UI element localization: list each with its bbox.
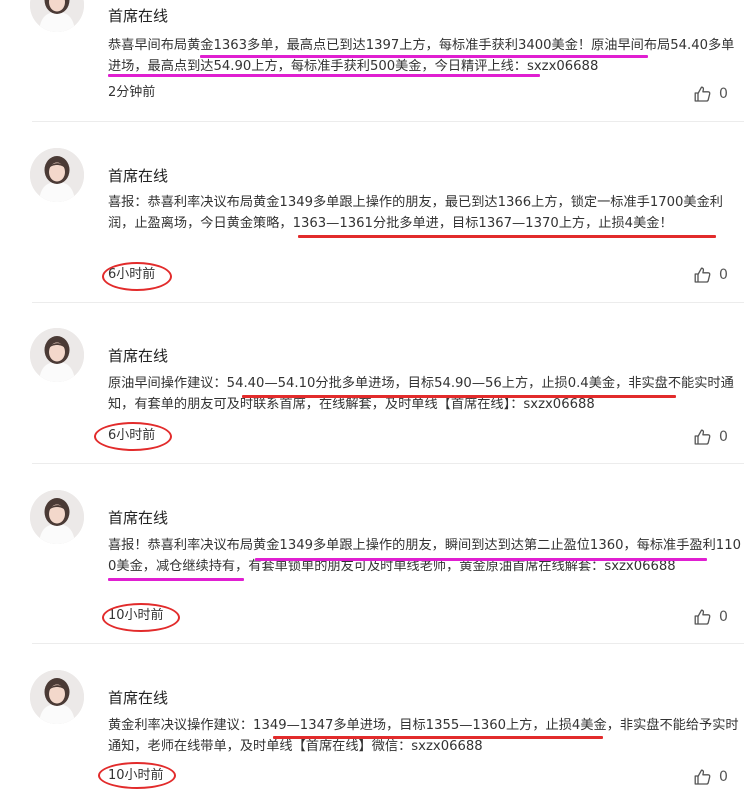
post-author[interactable]: 首席在线: [108, 508, 168, 528]
divider: [32, 121, 744, 122]
thumbs-up-icon: [694, 769, 711, 785]
annotation-underline: [108, 74, 540, 77]
avatar-photo-icon: [30, 328, 84, 382]
post-item: 首席在线 原油早间操作建议：54.40—54.10分批多单进场，目标54.90—…: [0, 328, 750, 488]
like-count: 0: [719, 429, 728, 445]
avatar-photo-icon: [30, 0, 84, 32]
annotation-underline: [298, 235, 716, 238]
annotation-underline: [255, 558, 707, 561]
annotation-underline: [108, 578, 244, 581]
avatar-photo-icon: [30, 490, 84, 544]
post-timestamp: 2分钟前: [108, 85, 156, 100]
like-button[interactable]: 0: [694, 427, 728, 447]
avatar-photo-icon: [30, 148, 84, 202]
avatar[interactable]: [30, 148, 84, 202]
thumbs-up-icon: [694, 86, 711, 102]
post-content: 喜报：恭喜利率决议布局黄金1349多单跟上操作的朋友，最已到达1366上方，锁定…: [108, 195, 723, 231]
post-item: 首席在线 恭喜早间布局黄金1363多单，最高点已到达1397上方，每标准手获利3…: [0, 0, 750, 138]
post-content: 喜报！恭喜利率决议布局黄金1349多单跟上操作的朋友，瞬间到达到达第二止盈位13…: [108, 538, 741, 574]
annotation-circle: [98, 762, 176, 789]
avatar[interactable]: [30, 0, 84, 32]
thumbs-up-icon: [694, 609, 711, 625]
divider: [32, 302, 744, 303]
avatar[interactable]: [30, 490, 84, 544]
like-button[interactable]: 0: [694, 607, 728, 627]
post-author[interactable]: 首席在线: [108, 6, 168, 26]
post-author[interactable]: 首席在线: [108, 688, 168, 708]
avatar[interactable]: [30, 328, 84, 382]
annotation-underline: [200, 55, 648, 58]
divider: [32, 463, 744, 464]
annotation-circle: [102, 262, 172, 291]
divider: [32, 643, 744, 644]
like-button[interactable]: 0: [694, 767, 728, 787]
annotation-circle: [102, 603, 180, 632]
avatar-photo-icon: [30, 670, 84, 724]
like-count: 0: [719, 86, 728, 102]
post-author[interactable]: 首席在线: [108, 166, 168, 186]
thumbs-up-icon: [694, 267, 711, 283]
avatar[interactable]: [30, 670, 84, 724]
like-count: 0: [719, 769, 728, 785]
like-count: 0: [719, 609, 728, 625]
annotation-underline: [242, 395, 676, 398]
annotation-circle: [94, 422, 172, 451]
annotation-underline: [273, 736, 603, 739]
like-button[interactable]: 0: [694, 84, 728, 104]
thumbs-up-icon: [694, 429, 711, 445]
like-button[interactable]: 0: [694, 265, 728, 285]
post-feed: 首席在线 恭喜早间布局黄金1363多单，最高点已到达1397上方，每标准手获利3…: [0, 0, 750, 789]
post-author[interactable]: 首席在线: [108, 346, 168, 366]
like-count: 0: [719, 267, 728, 283]
